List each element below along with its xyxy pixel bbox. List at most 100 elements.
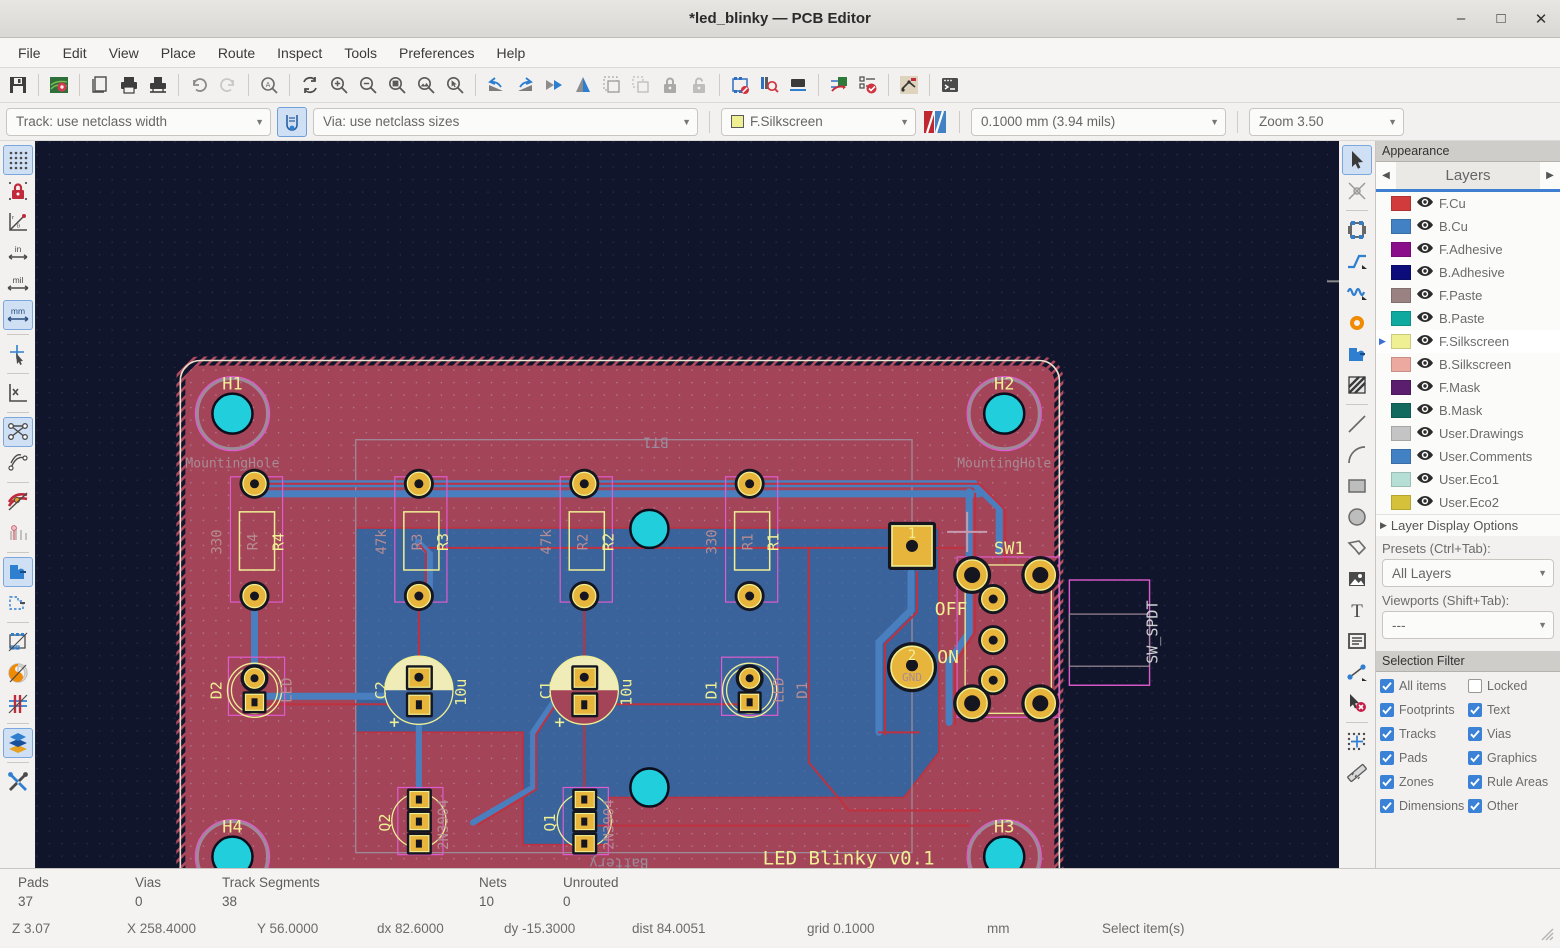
auto-track-width-icon[interactable] bbox=[277, 106, 307, 137]
layer-visibility-icon[interactable] bbox=[1416, 241, 1439, 258]
units-millimeters-icon[interactable]: mm bbox=[2, 300, 33, 330]
filter-zones[interactable]: Zones bbox=[1380, 771, 1468, 793]
layer-color-swatch[interactable] bbox=[1391, 472, 1411, 487]
layer-row-b-cu[interactable]: B.Cu bbox=[1376, 215, 1560, 238]
ungroup-icon[interactable] bbox=[627, 71, 655, 99]
layer-color-swatch[interactable] bbox=[1391, 334, 1411, 349]
layer-row-user-comments[interactable]: User.Comments bbox=[1376, 445, 1560, 468]
layer-list[interactable]: F.Cu B.Cu F.Adhesive B.Adhesive F.Paste B.Pas… bbox=[1376, 192, 1560, 514]
layer-row-f-adhesive[interactable]: F.Adhesive bbox=[1376, 238, 1560, 261]
checkbox[interactable] bbox=[1468, 799, 1482, 813]
flip-vertical-icon[interactable] bbox=[569, 71, 597, 99]
pad-outline-icon[interactable] bbox=[3, 588, 33, 618]
add-via-icon[interactable] bbox=[1342, 308, 1372, 338]
update-pcb-icon[interactable] bbox=[825, 71, 853, 99]
board-setup-icon[interactable] bbox=[45, 71, 73, 99]
checkbox[interactable] bbox=[1380, 751, 1394, 765]
polar-coordinates-icon[interactable]: rθ bbox=[3, 207, 33, 237]
layer-color-swatch[interactable] bbox=[1391, 495, 1411, 510]
layer-display-options-toggle[interactable]: ▶ Layer Display Options bbox=[1376, 514, 1560, 536]
show-pad-numbers-icon[interactable] bbox=[3, 378, 33, 408]
draw-polygon-icon[interactable] bbox=[1342, 533, 1372, 563]
menu-place[interactable]: Place bbox=[151, 41, 206, 65]
checkbox[interactable] bbox=[1380, 799, 1394, 813]
layer-visibility-icon[interactable] bbox=[1416, 402, 1439, 419]
flip-horizontal-icon[interactable] bbox=[540, 71, 568, 99]
high-contrast-icon[interactable] bbox=[3, 689, 33, 719]
layer-color-swatch[interactable] bbox=[1391, 265, 1411, 280]
zoom-out-icon[interactable] bbox=[354, 71, 382, 99]
layer-row-b-mask[interactable]: B.Mask bbox=[1376, 399, 1560, 422]
scripting-console-icon[interactable] bbox=[936, 71, 964, 99]
menu-file[interactable]: File bbox=[8, 41, 51, 65]
rotate-ccw-icon[interactable] bbox=[482, 71, 510, 99]
presets-select[interactable]: All Layers ▼ bbox=[1382, 559, 1554, 587]
footprint-outlines-icon[interactable] bbox=[3, 627, 33, 657]
filter-vias[interactable]: Vias bbox=[1468, 723, 1556, 745]
layer-visibility-icon[interactable] bbox=[1416, 333, 1439, 350]
layer-color-swatch[interactable] bbox=[1391, 288, 1411, 303]
menu-inspect[interactable]: Inspect bbox=[267, 41, 332, 65]
footprint-editor-icon[interactable] bbox=[726, 71, 754, 99]
chevron-right-icon[interactable]: ▶ bbox=[1540, 162, 1560, 189]
filter-locked[interactable]: Locked bbox=[1468, 675, 1556, 697]
layer-color-swatch[interactable] bbox=[1391, 426, 1411, 441]
checkbox[interactable] bbox=[1380, 775, 1394, 789]
layer-color-swatch[interactable] bbox=[1391, 196, 1411, 211]
add-text-icon[interactable]: T bbox=[1342, 595, 1372, 625]
layer-visibility-icon[interactable] bbox=[1416, 218, 1439, 235]
layer-visibility-icon[interactable] bbox=[1416, 448, 1439, 465]
filter-tracks[interactable]: Tracks bbox=[1380, 723, 1468, 745]
route-diff-pair-icon[interactable] bbox=[1342, 277, 1372, 307]
refresh-icon[interactable] bbox=[296, 71, 324, 99]
zoom-select[interactable]: Zoom 3.50 ▼ bbox=[1249, 107, 1404, 136]
checkbox[interactable] bbox=[1468, 727, 1482, 741]
measure-tool-icon[interactable] bbox=[1342, 758, 1372, 788]
layer-color-swatch[interactable] bbox=[1391, 449, 1411, 464]
track-width-select[interactable]: Track: use netclass width ▼ bbox=[6, 107, 271, 136]
zone-fill-icon[interactable] bbox=[3, 658, 33, 688]
redo-icon[interactable] bbox=[214, 71, 242, 99]
menu-preferences[interactable]: Preferences bbox=[389, 41, 484, 65]
view-3d-icon[interactable] bbox=[784, 71, 812, 99]
find-icon[interactable]: A bbox=[255, 71, 283, 99]
print-icon[interactable] bbox=[115, 71, 143, 99]
layer-visibility-icon[interactable] bbox=[1416, 287, 1439, 304]
layer-color-swatch[interactable] bbox=[1391, 357, 1411, 372]
filter-all-items[interactable]: All items bbox=[1380, 675, 1468, 697]
toggle-grid-icon[interactable] bbox=[2, 145, 33, 175]
zoom-fit-icon[interactable] bbox=[383, 71, 411, 99]
pcb-canvas[interactable]: BT1 Battery H1 MountingHole H2 MountingH… bbox=[36, 141, 1339, 868]
units-mils-icon[interactable]: mil bbox=[3, 269, 33, 299]
via-size-select[interactable]: Via: use netclass sizes ▼ bbox=[313, 107, 698, 136]
chevron-left-icon[interactable]: ◀ bbox=[1376, 162, 1396, 189]
layer-row-b-paste[interactable]: B.Paste bbox=[1376, 307, 1560, 330]
layer-color-swatch[interactable] bbox=[1391, 219, 1411, 234]
show-ratsnest-icon[interactable] bbox=[2, 417, 33, 447]
layer-row-user-eco1[interactable]: User.Eco1 bbox=[1376, 468, 1560, 491]
menu-view[interactable]: View bbox=[99, 41, 149, 65]
menu-help[interactable]: Help bbox=[486, 41, 535, 65]
menu-edit[interactable]: Edit bbox=[53, 41, 97, 65]
via-fill-icon[interactable] bbox=[3, 518, 33, 548]
filter-footprints[interactable]: Footprints bbox=[1380, 699, 1468, 721]
select-tool-icon[interactable] bbox=[1342, 145, 1372, 175]
checkbox[interactable] bbox=[1468, 775, 1482, 789]
lock-grid-icon[interactable] bbox=[3, 176, 33, 206]
layer-row-f-mask[interactable]: F.Mask bbox=[1376, 376, 1560, 399]
resize-grip-icon[interactable] bbox=[1540, 927, 1554, 941]
pad-fill-icon[interactable] bbox=[2, 557, 33, 587]
active-layer-select[interactable]: F.Silkscreen ▼ bbox=[721, 107, 916, 136]
save-icon[interactable] bbox=[4, 71, 32, 99]
zoom-objects-icon[interactable] bbox=[412, 71, 440, 99]
set-origin-icon[interactable] bbox=[1342, 727, 1372, 757]
lock-icon[interactable] bbox=[656, 71, 684, 99]
page-settings-icon[interactable] bbox=[86, 71, 114, 99]
close-button[interactable]: ✕ bbox=[1532, 10, 1550, 28]
route-tracks-icon[interactable] bbox=[1342, 246, 1372, 276]
menu-route[interactable]: Route bbox=[208, 41, 265, 65]
layer-row-f-paste[interactable]: F.Paste bbox=[1376, 284, 1560, 307]
layer-visibility-icon[interactable] bbox=[1416, 471, 1439, 488]
zoom-selection-icon[interactable] bbox=[441, 71, 469, 99]
draw-rectangle-icon[interactable] bbox=[1342, 471, 1372, 501]
